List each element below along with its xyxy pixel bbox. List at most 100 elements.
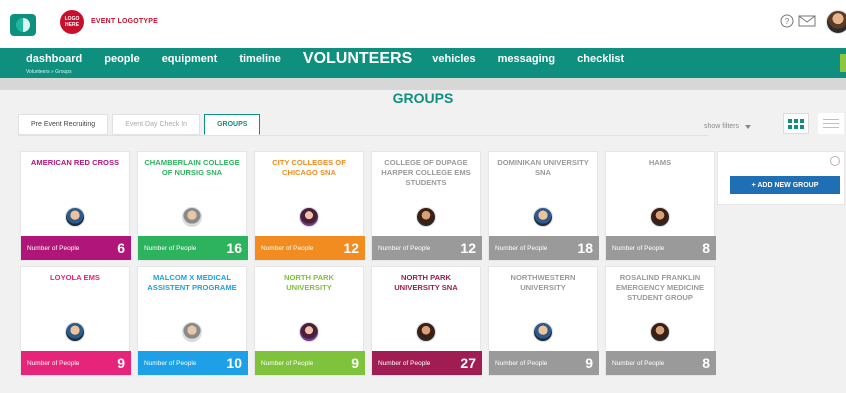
user-avatar[interactable] — [826, 10, 846, 34]
svg-text:?: ? — [785, 17, 790, 26]
group-footer: Number of People 18 — [489, 236, 599, 260]
group-card[interactable]: DOMINIKAN UNIVERSITY SNA Number of People… — [488, 151, 599, 261]
group-card[interactable]: COLLEGE OF DUPAGE HARPER COLLEGE EMS STU… — [371, 151, 482, 261]
group-footer: Number of People 10 — [138, 351, 248, 375]
tabs-baseline — [18, 135, 708, 136]
avatar — [533, 207, 553, 227]
group-card[interactable]: NORTHWESTERN UNIVERSITY Number of People 9 — [488, 266, 599, 376]
tab-event-day-check-in[interactable]: Event Day Check In — [112, 114, 201, 135]
people-count-label: Number of People — [495, 244, 548, 252]
mail-icon[interactable] — [798, 14, 816, 28]
nav-items: dashboard people equipment timeline VOLU… — [26, 48, 646, 70]
avatar — [299, 207, 319, 227]
nav-item-messaging[interactable]: messaging — [498, 53, 555, 65]
people-count-label: Number of People — [378, 244, 431, 252]
list-view-toggle[interactable] — [818, 113, 844, 134]
people-count: 6 — [117, 240, 125, 256]
nav-item-vehicles[interactable]: vehicles — [432, 53, 475, 65]
nav-item-timeline[interactable]: timeline — [239, 53, 281, 65]
people-count: 9 — [117, 355, 125, 371]
avatar — [65, 207, 85, 227]
group-card[interactable]: CITY COLLEGES OF CHICAGO SNA Number of Pe… — [254, 151, 365, 261]
group-tabs: Pre Event Recruiting Event Day Check In … — [18, 114, 264, 135]
group-name: LOYOLA EMS — [50, 273, 100, 282]
nav-side-tab[interactable] — [840, 54, 846, 72]
people-count: 9 — [585, 355, 593, 371]
avatar — [182, 322, 202, 342]
grid-icon — [788, 118, 804, 129]
group-name: COLLEGE OF DUPAGE HARPER COLLEGE EMS STU… — [381, 158, 471, 187]
tab-groups[interactable]: GROUPS — [204, 114, 261, 135]
people-count: 12 — [343, 240, 359, 256]
people-count-label: Number of People — [27, 244, 80, 252]
event-title: EVENT LOGOTYPE — [91, 18, 158, 25]
grid-view-toggle[interactable] — [783, 113, 809, 134]
group-name: NORTHWESTERN UNIVERSITY — [510, 273, 576, 292]
group-name: CITY COLLEGES OF CHICAGO SNA — [272, 158, 346, 177]
nav-item-equipment[interactable]: equipment — [162, 53, 218, 65]
help-icon[interactable]: ? — [780, 14, 794, 28]
people-count-label: Number of People — [261, 359, 314, 367]
group-card[interactable]: ROSALIND FRANKLIN EMERGENCY MEDICINE STU… — [605, 266, 716, 376]
group-card[interactable]: NORTH PARK UNIVERSITY SNA Number of Peopl… — [371, 266, 482, 376]
people-count: 16 — [226, 240, 242, 256]
people-count-label: Number of People — [612, 359, 665, 367]
group-name: HAMS — [648, 158, 672, 167]
people-count-label: Number of People — [495, 359, 548, 367]
app-logo[interactable] — [10, 14, 36, 36]
group-name: NORTH PARK UNIVERSITY SNA — [394, 273, 458, 292]
top-icons: ? — [780, 14, 816, 28]
people-count-label: Number of People — [378, 359, 431, 367]
group-footer: Number of People 16 — [138, 236, 248, 260]
group-footer: Number of People 6 — [21, 236, 131, 260]
group-footer: Number of People 27 — [372, 351, 482, 375]
subheader-strip — [0, 78, 846, 90]
chevron-down-icon — [745, 124, 752, 129]
list-icon — [823, 118, 839, 128]
group-footer: Number of People 12 — [255, 236, 365, 260]
avatar — [416, 207, 436, 227]
avatar — [650, 322, 670, 342]
people-count: 12 — [460, 240, 476, 256]
group-footer: Number of People 8 — [606, 236, 716, 260]
group-name: CHAMBERLAIN COLLEGE OF NURSIG SNA — [144, 158, 240, 177]
group-card[interactable]: HAMS Number of People 8 — [605, 151, 716, 261]
avatar — [650, 207, 670, 227]
group-card[interactable]: LOYOLA EMS Number of People 9 — [20, 266, 131, 376]
add-new-group-button[interactable]: + ADD NEW GROUP — [730, 176, 840, 194]
people-count-label: Number of People — [144, 244, 197, 252]
group-name: ROSALIND FRANKLIN EMERGENCY MEDICINE STU… — [615, 273, 705, 302]
avatar — [299, 322, 319, 342]
group-name: NORTH PARK UNIVERSITY — [283, 273, 335, 292]
group-footer: Number of People 9 — [489, 351, 599, 375]
event-logo: LOGO HERE — [60, 10, 84, 34]
show-filters[interactable]: show filters — [704, 123, 752, 130]
people-count-label: Number of People — [612, 244, 665, 252]
nav-item-volunteers[interactable]: VOLUNTEERS — [303, 50, 412, 68]
page-title: GROUPS — [392, 90, 454, 106]
avatar — [65, 322, 85, 342]
people-count-label: Number of People — [27, 359, 80, 367]
app-logo-icon — [16, 18, 30, 32]
people-count: 27 — [460, 355, 476, 371]
nav-item-checklist[interactable]: checklist — [577, 53, 624, 65]
groups-actions-panel: + ADD NEW GROUP — [717, 151, 845, 205]
group-footer: Number of People 9 — [21, 351, 131, 375]
group-card[interactable]: AMERICAN RED CROSS Number of People 6 — [20, 151, 131, 261]
group-card[interactable]: NORTH PARK UNIVERSITY Number of People 9 — [254, 266, 365, 376]
people-count-label: Number of People — [144, 359, 197, 367]
people-count-label: Number of People — [261, 244, 314, 252]
nav-item-people[interactable]: people — [104, 53, 139, 65]
gear-icon[interactable] — [830, 156, 840, 166]
group-card[interactable]: CHAMBERLAIN COLLEGE OF NURSIG SNA Number … — [137, 151, 248, 261]
nav-item-dashboard[interactable]: dashboard — [26, 53, 82, 65]
group-name: MALCOM X MEDICAL ASSISTENT PROGRAME — [147, 273, 237, 292]
avatar — [416, 322, 436, 342]
people-count: 9 — [351, 355, 359, 371]
people-count: 8 — [702, 240, 710, 256]
tab-pre-event-recruiting[interactable]: Pre Event Recruiting — [18, 114, 109, 135]
people-count: 10 — [226, 355, 242, 371]
group-footer: Number of People 12 — [372, 236, 482, 260]
group-footer: Number of People 8 — [606, 351, 716, 375]
group-card[interactable]: MALCOM X MEDICAL ASSISTENT PROGRAME Numbe… — [137, 266, 248, 376]
